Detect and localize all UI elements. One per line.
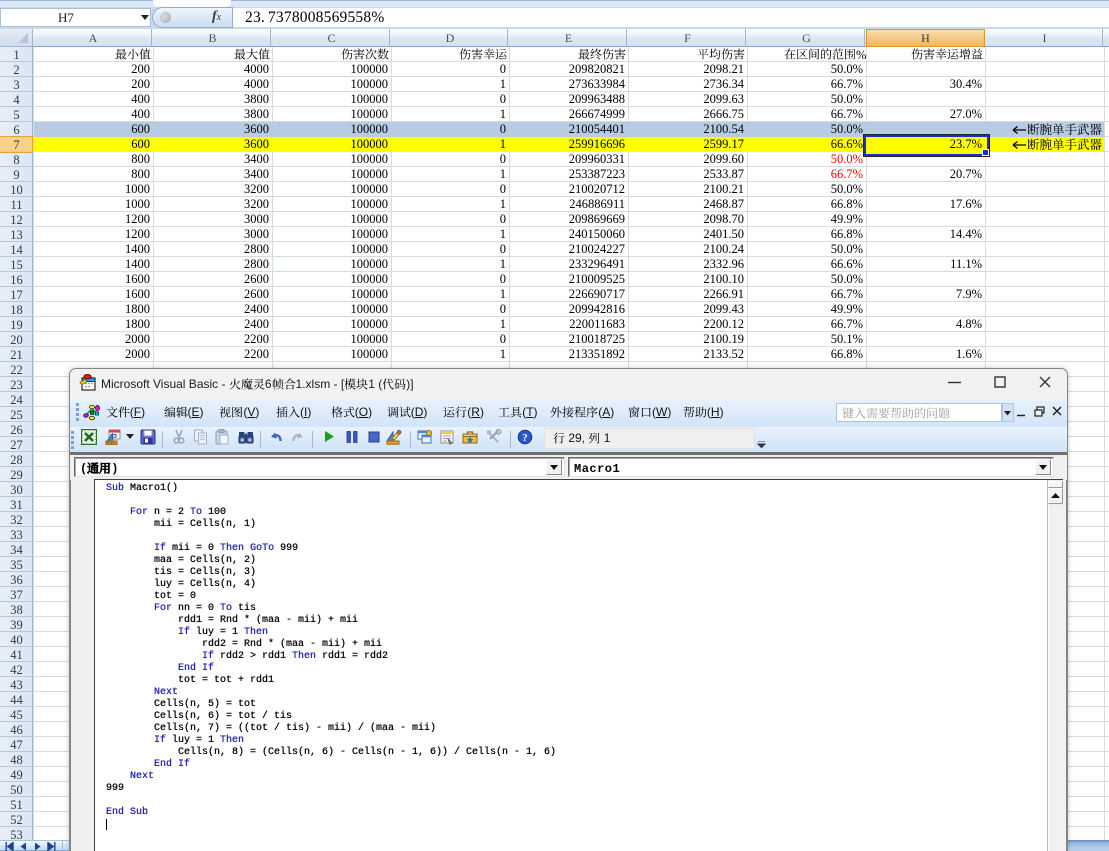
svg-text:?: ? — [522, 432, 528, 444]
